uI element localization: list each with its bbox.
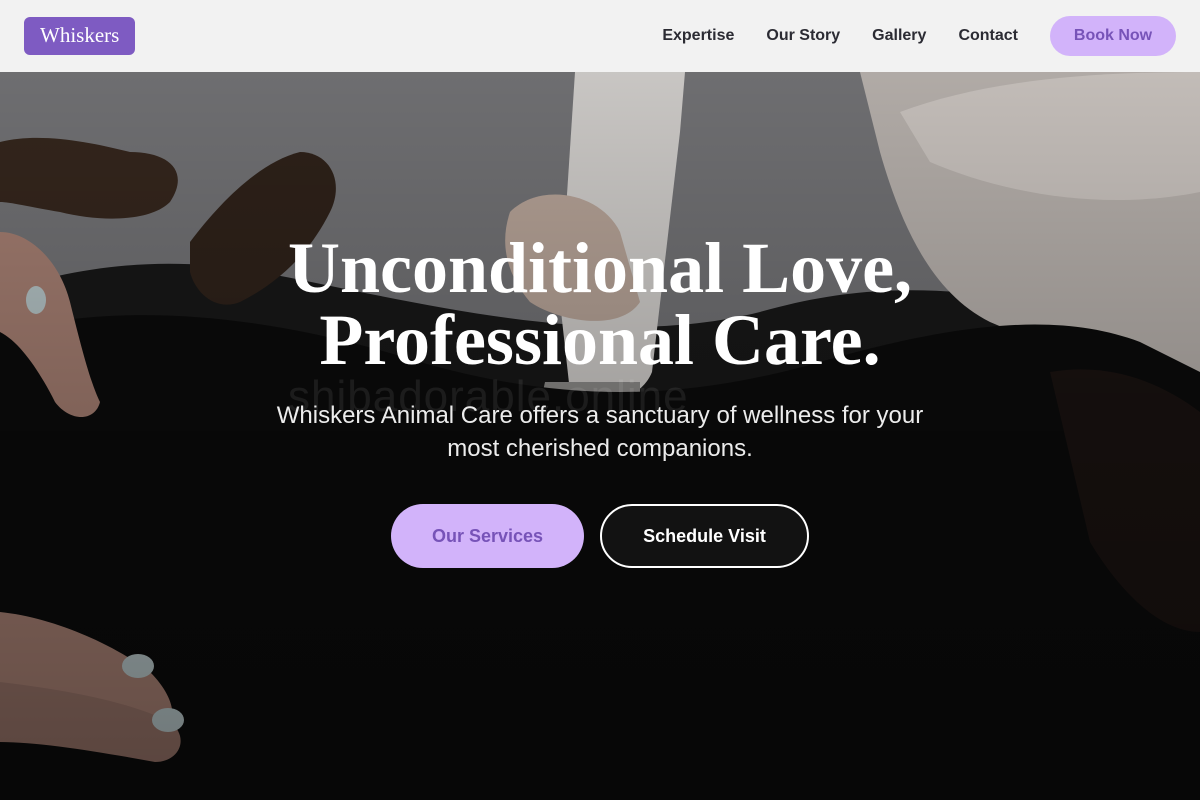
- main-nav: Expertise Our Story Gallery Contact Book…: [662, 16, 1176, 56]
- logo[interactable]: Whiskers: [24, 17, 136, 55]
- nav-link-gallery[interactable]: Gallery: [872, 27, 926, 45]
- nav-link-our-story[interactable]: Our Story: [766, 27, 840, 45]
- hero-section: shibadorable.online Unconditional Love, …: [0, 72, 1200, 800]
- headline-line-1: Unconditional Love,: [287, 228, 913, 308]
- nav-link-contact[interactable]: Contact: [958, 27, 1018, 45]
- headline-line-2: Professional Care.: [319, 300, 881, 380]
- book-now-button[interactable]: Book Now: [1050, 16, 1176, 56]
- schedule-visit-button[interactable]: Schedule Visit: [600, 504, 809, 568]
- nav-link-expertise[interactable]: Expertise: [662, 27, 734, 45]
- our-services-button[interactable]: Our Services: [391, 504, 584, 568]
- hero-subtext: Whiskers Animal Care offers a sanctuary …: [276, 402, 924, 462]
- site-header: Whiskers Expertise Our Story Gallery Con…: [0, 0, 1200, 72]
- hero-headline: Unconditional Love, Professional Care.: [0, 232, 1200, 376]
- cta-row: Our Services Schedule Visit: [0, 504, 1200, 568]
